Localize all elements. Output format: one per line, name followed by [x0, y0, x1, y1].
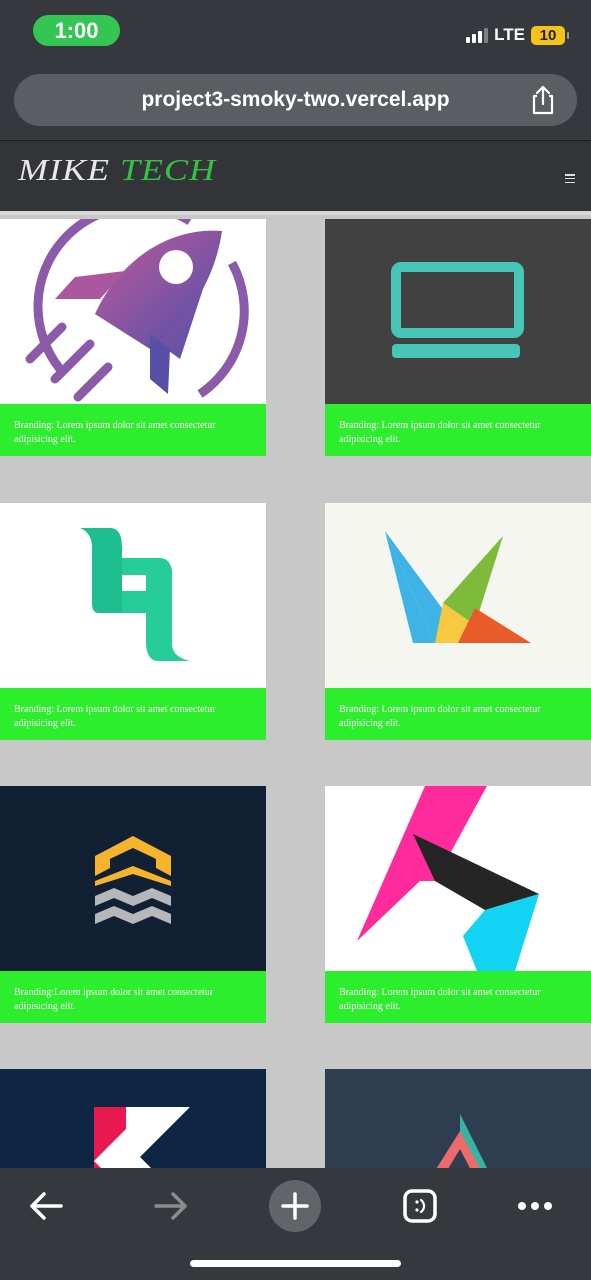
share-icon[interactable] [529, 85, 557, 115]
logo-first-word: MIKE [18, 152, 110, 187]
card-caption: Branding: Lorem ipsum dolor sit amet con… [0, 688, 266, 740]
more-dots-icon [518, 1202, 552, 1210]
tab-switcher-button[interactable] [394, 1180, 446, 1232]
battery-icon: 10 [531, 25, 569, 45]
portfolio-card[interactable]: Branding:Lorem ipsum dolor sit amet cons… [0, 786, 266, 1023]
card-caption: Branding: Lorem ipsum dolor sit amet con… [325, 404, 591, 456]
folded-k-logo [325, 786, 591, 971]
network-type: LTE [494, 25, 525, 44]
letter-a-logo [325, 1069, 591, 1168]
portfolio-card[interactable] [325, 1069, 591, 1168]
new-tab-button[interactable] [269, 1180, 321, 1232]
tab-switcher-icon [403, 1189, 437, 1223]
bird-origami-logo [325, 503, 591, 688]
address-bar[interactable]: project3-smoky-two.vercel.app [14, 74, 577, 126]
portfolio-card[interactable]: Branding: Lorem ipsum dolor sit amet con… [0, 219, 266, 456]
portfolio-card[interactable]: Branding: Lorem ipsum dolor sit amet con… [325, 219, 591, 456]
laptop-logo [325, 219, 591, 404]
back-button[interactable] [20, 1180, 72, 1232]
card-caption: Branding:Lorem ipsum dolor sit amet cons… [0, 971, 266, 1023]
status-indicators: LTE 10 [466, 24, 569, 46]
card-caption: Branding: Lorem ipsum dolor sit amet con… [325, 971, 591, 1023]
site-header: MIKE TECH [0, 140, 591, 215]
letter-q-logo [0, 503, 266, 688]
rocket-logo [0, 219, 266, 404]
forward-arrow-icon [154, 1192, 187, 1220]
card-caption: Branding: Lorem ipsum dolor sit amet con… [325, 688, 591, 740]
letter-k-logo [0, 1069, 266, 1168]
stacked-chevrons-logo [0, 786, 266, 971]
status-time: 1:00 [33, 15, 120, 46]
logo-second-word: TECH [119, 152, 217, 187]
portfolio-card[interactable]: Branding: Lorem ipsum dolor sit amet con… [325, 786, 591, 1023]
card-caption: Branding: Lorem ipsum dolor sit amet con… [0, 404, 266, 456]
portfolio-card[interactable]: Branding: Lorem ipsum dolor sit amet con… [0, 503, 266, 740]
portfolio-gallery: Branding: Lorem ipsum dolor sit amet con… [0, 219, 591, 1168]
plus-icon [281, 1192, 309, 1220]
home-indicator[interactable] [190, 1260, 401, 1267]
signal-icon [466, 27, 489, 43]
hamburger-menu-icon[interactable] [565, 174, 575, 183]
forward-button[interactable] [145, 1180, 197, 1232]
more-options-button[interactable] [509, 1180, 561, 1232]
browser-toolbar [0, 1168, 591, 1280]
portfolio-card[interactable] [0, 1069, 266, 1168]
url-text[interactable]: project3-smoky-two.vercel.app [14, 74, 577, 126]
back-arrow-icon [30, 1192, 63, 1220]
site-logo[interactable]: MIKE TECH [18, 152, 216, 188]
portfolio-card[interactable]: Branding: Lorem ipsum dolor sit amet con… [325, 503, 591, 740]
browser-chrome: 1:00 LTE 10 project3-smoky-two.vercel.ap… [0, 0, 591, 140]
